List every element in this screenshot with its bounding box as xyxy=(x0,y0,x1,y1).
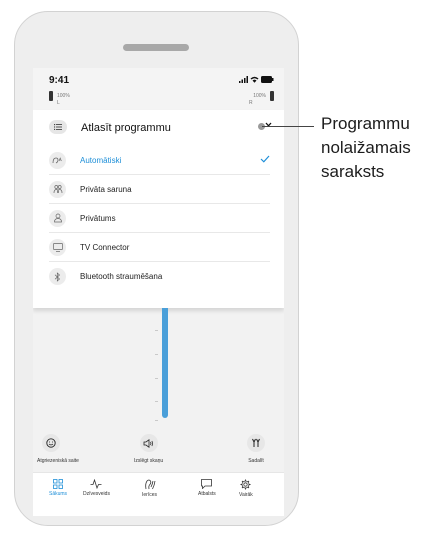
status-time: 9:41 xyxy=(49,75,70,86)
battery-left-icon xyxy=(49,91,53,101)
callout-line-3: saraksts xyxy=(321,162,385,181)
app-screen: 9:41 100% L 100% R Atlasīt programmu Aut… xyxy=(33,68,284,516)
split-label: Sadalīt xyxy=(248,458,264,464)
tab-more-label: Vairāk xyxy=(239,492,253,498)
smiley-icon xyxy=(46,438,56,448)
right-label: R xyxy=(249,100,253,106)
volume-tick xyxy=(155,354,158,355)
privacy-icon xyxy=(49,209,66,227)
program-item-label: Privāta saruna xyxy=(80,184,132,194)
right-hearing-aid-battery: 100% xyxy=(253,91,274,101)
split-button[interactable]: Sadalīt xyxy=(247,434,265,464)
program-item-conversation[interactable]: Privāta saruna xyxy=(49,175,270,204)
program-dropdown-title: Atlasīt programmu xyxy=(81,122,171,134)
phone-battery-icon xyxy=(261,76,274,83)
battery-left-level: 100% xyxy=(57,93,70,99)
program-item-label: TV Connector xyxy=(80,242,130,252)
feedback-button[interactable]: Atgriezeniskā saite xyxy=(37,434,79,464)
volume-tick xyxy=(155,420,158,421)
program-list: Automātiski Privāta saruna Privātums TV … xyxy=(33,146,284,291)
volume-tick xyxy=(155,378,158,379)
bluetooth-icon xyxy=(49,268,66,285)
tab-devices-label: Ierīces xyxy=(142,492,158,498)
split-icon xyxy=(252,438,260,447)
chat-icon xyxy=(201,479,213,489)
auto-program-icon xyxy=(49,151,66,169)
tab-lifestyle-label: Dzīvesveids xyxy=(83,491,110,497)
tab-support-label: Atbalsts xyxy=(198,491,216,497)
conversation-icon xyxy=(49,180,66,198)
callout-line xyxy=(262,126,314,127)
mute-circle xyxy=(139,434,158,452)
mute-button[interactable]: Izslēgt skaņu xyxy=(134,434,163,464)
tab-support[interactable]: Atbalsts xyxy=(198,479,216,497)
volume-tick xyxy=(155,401,158,402)
mute-label: Izslēgt skaņu xyxy=(134,458,164,464)
tab-lifestyle[interactable]: Dzīvesveids xyxy=(83,479,110,497)
battery-right-icon xyxy=(270,91,274,101)
program-item-label: Bluetooth straumēšana xyxy=(80,272,163,281)
program-dropdown: Atlasīt programmu Automātiski Privāta sa… xyxy=(33,110,284,308)
feedback-circle xyxy=(41,434,60,452)
volume-tick xyxy=(155,330,158,331)
status-bar: 9:41 100% L 100% R xyxy=(33,68,284,110)
callout-line-1: Programmu xyxy=(321,114,410,133)
grid-icon xyxy=(53,479,63,489)
battery-right-level: 100% xyxy=(253,93,266,99)
list-icon xyxy=(54,124,62,130)
activity-icon xyxy=(90,479,102,489)
callout-line-2: nolaižamais xyxy=(321,138,411,157)
program-dropdown-header[interactable]: Atlasīt programmu xyxy=(33,110,284,146)
system-icons xyxy=(239,76,274,83)
tab-home[interactable]: Sākums xyxy=(49,479,67,497)
phone-frame: 9:41 100% L 100% R Atlasīt programmu Aut… xyxy=(14,11,299,526)
program-item-automatic[interactable]: Automātiski xyxy=(49,146,270,175)
program-item-bluetooth[interactable]: Bluetooth straumēšana xyxy=(49,262,270,291)
tab-devices[interactable]: Ierīces xyxy=(142,479,157,498)
tv-icon xyxy=(49,238,66,256)
speaker-icon xyxy=(143,438,154,448)
hearing-aid-icon xyxy=(144,479,155,490)
program-item-tv-connector[interactable]: TV Connector xyxy=(49,233,270,262)
feedback-label: Atgriezeniskā saite xyxy=(37,458,79,464)
volume-slider[interactable] xyxy=(162,308,168,418)
action-row: Atgriezeniskā saite Izslēgt skaņu Sadalī… xyxy=(33,434,284,474)
phone-speaker xyxy=(123,44,189,51)
program-menu-button[interactable] xyxy=(49,120,67,134)
tab-home-label: Sākums xyxy=(49,491,68,497)
tab-bar: Sākums Dzīvesveids Ierīces Atbalsts Vair… xyxy=(33,472,284,516)
tab-more[interactable]: Vairāk xyxy=(239,479,253,498)
checkmark-icon xyxy=(260,155,270,163)
gear-icon xyxy=(240,479,251,490)
wifi-icon xyxy=(250,76,259,83)
signal-icon xyxy=(239,76,248,83)
program-item-label: Privātums xyxy=(80,213,116,223)
program-item-privacy[interactable]: Privātums xyxy=(49,204,270,233)
left-label: L xyxy=(57,100,60,106)
program-item-label: Automātiski xyxy=(80,155,122,165)
split-circle xyxy=(247,434,265,452)
callout-text: Programmu nolaižamais saraksts xyxy=(321,112,411,184)
